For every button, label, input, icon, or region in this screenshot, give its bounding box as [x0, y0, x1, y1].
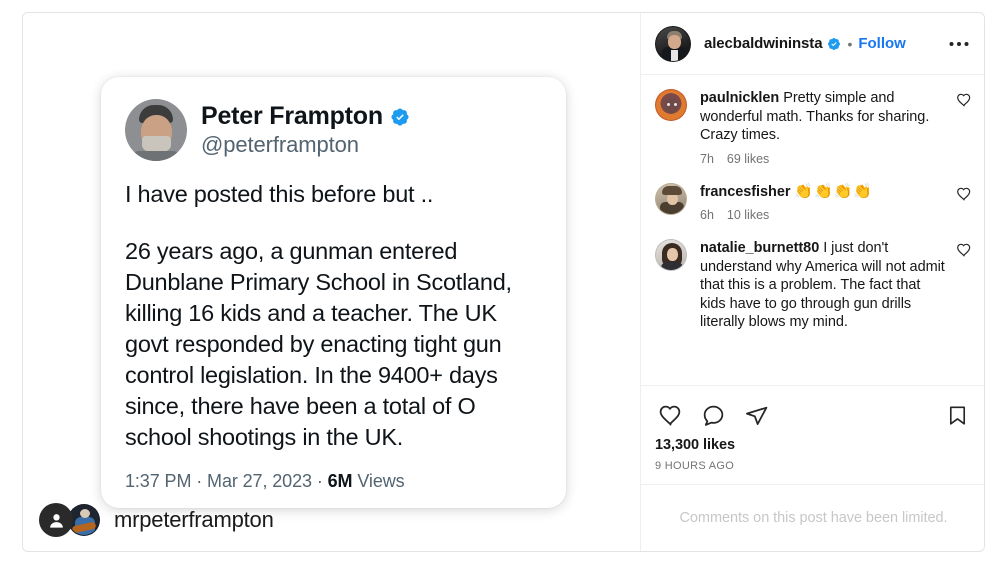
heart-outline-icon[interactable]	[956, 186, 972, 202]
verified-badge-icon	[391, 107, 409, 126]
list-item[interactable]: natalie_burnett80 I just don't understan…	[655, 239, 972, 332]
comment-likes[interactable]: 10 likes	[727, 208, 769, 222]
action-buttons-row	[655, 396, 972, 434]
post-header: alecbaldwininsta • Follow	[641, 13, 984, 75]
comment-text: francesfisher 👏👏👏👏	[700, 183, 948, 202]
comment-likes[interactable]: 69 likes	[727, 152, 769, 166]
alecbaldwininsta-avatar[interactable]	[655, 25, 691, 62]
post-author-username[interactable]: alecbaldwininsta	[704, 35, 823, 52]
person-silhouette-icon	[49, 513, 63, 528]
natalie_burnett80-avatar[interactable]	[655, 239, 687, 271]
tagged-username[interactable]: mrpeterframpton	[114, 507, 274, 533]
tweet-time: 1:37 PM	[125, 471, 192, 491]
tweet-meta-sep-1: ·	[191, 471, 208, 491]
heart-outline-icon[interactable]	[956, 92, 972, 108]
tweet-paragraph-gap	[125, 210, 542, 236]
comment-time: 6h	[700, 208, 714, 222]
comment-text: natalie_burnett80 I just don't understan…	[700, 239, 948, 332]
post-timestamp: 9 HOURS AGO	[655, 460, 735, 472]
francesfisher-avatar[interactable]	[655, 182, 687, 215]
comment-username[interactable]: natalie_burnett80	[700, 240, 819, 256]
follow-button[interactable]: Follow	[858, 35, 906, 52]
list-item[interactable]: francesfisher 👏👏👏👏 6h 10 likes	[655, 182, 972, 223]
comment-username[interactable]: francesfisher	[700, 184, 790, 200]
comment-meta: 7h 69 likes	[700, 152, 948, 166]
tweet-metadata: 1:37 PM · Mar 27, 2023 · 6M Views	[125, 469, 542, 492]
comment-bubble-icon[interactable]	[698, 400, 728, 430]
post-actions: 13,300 likes 9 HOURS AGO	[641, 385, 984, 484]
share-paper-plane-icon[interactable]	[741, 400, 771, 430]
tagged-people-icon[interactable]	[39, 503, 73, 537]
tweet-display-name: Peter Frampton	[201, 102, 383, 130]
heart-outline-icon[interactable]	[655, 400, 685, 430]
comment-content: 👏👏👏👏	[794, 182, 874, 200]
bookmark-outline-icon[interactable]	[942, 400, 972, 430]
tweet-line-2: 26 years ago, a gunman entered Dunblane …	[125, 238, 512, 450]
tweet-views-label: Views	[352, 471, 405, 491]
list-item[interactable]: paulnicklen Pretty simple and wonderful …	[655, 89, 972, 166]
tweet-line-1: I have posted this before but ..	[125, 181, 434, 207]
comment-username[interactable]: paulnicklen	[700, 90, 779, 106]
tweet-author-avatar	[125, 99, 187, 161]
comments-list[interactable]: paulnicklen Pretty simple and wonderful …	[641, 75, 984, 385]
tweet-date: Mar 27, 2023	[207, 471, 312, 491]
post-media-panel[interactable]: Peter Frampton @peterframpton I have pos…	[23, 13, 640, 551]
paulnicklen-avatar[interactable]	[655, 89, 687, 121]
header-separator-dot: •	[847, 35, 853, 52]
comment-body: natalie_burnett80 I just don't understan…	[700, 239, 956, 332]
post-sidebar: alecbaldwininsta • Follow paulnicklen Pr…	[640, 13, 984, 551]
tweet-body-text: I have posted this before but .. 26 year…	[125, 179, 542, 453]
verified-badge-icon	[828, 37, 841, 50]
embedded-tweet-card: Peter Frampton @peterframpton I have pos…	[101, 77, 566, 508]
heart-outline-icon[interactable]	[956, 242, 972, 258]
tweet-meta-sep-2: ·	[311, 471, 328, 491]
tweet-author-names: Peter Frampton @peterframpton	[201, 102, 410, 158]
tweet-views-count: 6M	[327, 471, 353, 491]
tweet-header: Peter Frampton @peterframpton	[125, 99, 542, 161]
likes-count[interactable]: 13,300 likes	[655, 437, 972, 453]
tagged-users-overlay[interactable]: mrpeterframpton	[39, 503, 274, 537]
instagram-post-screenshot: Peter Frampton @peterframpton I have pos…	[0, 0, 1000, 566]
comment-time: 7h	[700, 151, 714, 166]
more-options-icon[interactable]	[946, 31, 972, 57]
comment-meta: 6h 10 likes	[700, 208, 948, 222]
comments-limited-notice: Comments on this post have been limited.	[641, 484, 984, 551]
post-frame: Peter Frampton @peterframpton I have pos…	[22, 12, 985, 552]
comments-limited-text: Comments on this post have been limited.	[679, 510, 948, 526]
comment-text: paulnicklen Pretty simple and wonderful …	[700, 89, 948, 145]
comment-body: paulnicklen Pretty simple and wonderful …	[700, 89, 956, 166]
tweet-handle: @peterframpton	[201, 132, 359, 157]
comment-body: francesfisher 👏👏👏👏 6h 10 likes	[700, 183, 956, 223]
